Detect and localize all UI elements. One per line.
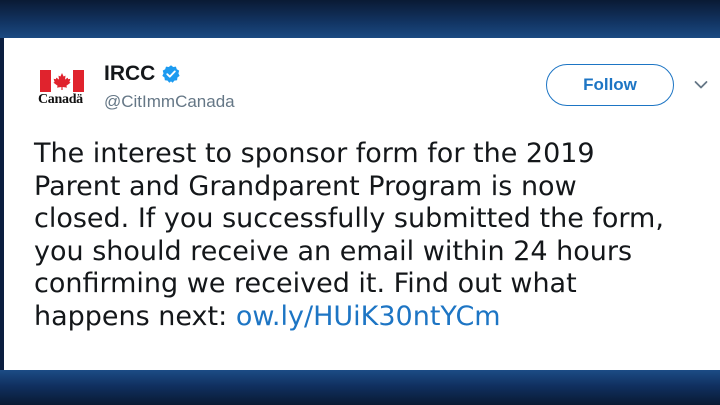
tweet-text-line: The interest to sponsor form for the 201… [34,138,595,169]
tweet-text-line: you should receive an email within 24 ho… [34,235,633,267]
background-bottom-band [0,370,720,405]
chevron-down-icon[interactable] [694,80,708,90]
account-name[interactable]: IRCC [104,62,181,86]
tweet-link[interactable]: ow.ly/HUiK30ntYCm [236,301,501,332]
tweet-text-prefix: happens next: [34,300,236,332]
canada-flag-icon [40,70,84,92]
tweet-text-line: closed. If you successfully submitted th… [34,203,664,234]
follow-button[interactable]: Follow [546,64,674,106]
tweet-text-line: confirming we received it. Find out what [34,268,577,299]
tweet-text-line-last: happens next: ow.ly/HUiK30ntYCm [34,301,718,334]
canada-logo: Canadä [36,62,96,112]
canada-wordmark: Canadä [38,92,83,107]
background-top-band [0,0,720,38]
account-handle[interactable]: @CitImmCanada [104,92,235,112]
account-display-name[interactable]: IRCC [104,62,155,86]
tweet-text-line: Parent and Grandparent Program is now [34,170,577,202]
verified-badge-icon [162,65,180,83]
tweet-text: The interest to sponsor form for the 201… [34,138,718,333]
